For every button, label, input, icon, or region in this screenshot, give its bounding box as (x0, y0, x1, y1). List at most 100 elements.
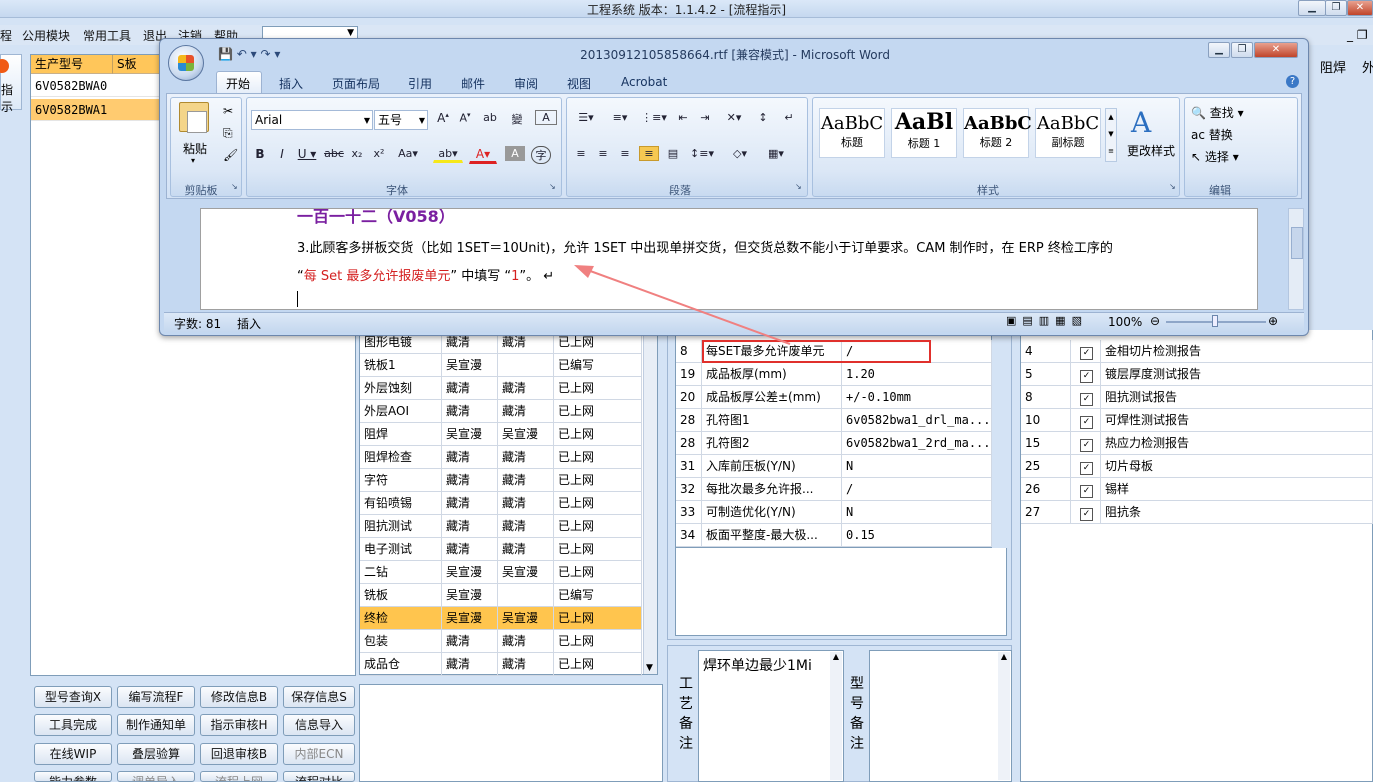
word-count[interactable]: 字数: 81 (174, 315, 221, 332)
tab-layout[interactable]: 页面布局 (332, 75, 380, 92)
model-note-scroll-up-icon[interactable]: ▲ (998, 652, 1010, 780)
table-row[interactable]: 有铅喷锡 藏清 藏清 已上网 (360, 492, 642, 515)
menu-item-public[interactable]: 公用模块 (22, 27, 70, 44)
table-row[interactable]: 外层AOI 藏清 藏清 已上网 (360, 400, 642, 423)
checkbox[interactable]: ✓ (1071, 432, 1101, 455)
table-row[interactable]: 4 ✓ 金相切片检测报告 (1021, 340, 1373, 363)
craft-note-field[interactable]: 焊环单边最少1Mi ▲ (698, 650, 844, 782)
checkbox-checked-icon[interactable]: ✓ (1080, 347, 1093, 360)
table-row-selected[interactable]: 终检 吴宣漫 吴宣漫 已上网 (360, 607, 642, 630)
bold-icon[interactable]: B (251, 146, 269, 162)
table-row[interactable]: 8 ✓ 阻抗测试报告 (1021, 386, 1373, 409)
col-header-outer[interactable]: 外 (1362, 57, 1373, 76)
word-maximize-button[interactable]: ❐ (1231, 42, 1253, 58)
left-strip[interactable]: 指示 (0, 54, 22, 114)
line-spacing-icon[interactable]: ↕≡▾ (687, 146, 717, 161)
decrease-indent-icon[interactable]: ⇤ (673, 110, 693, 125)
rollback-review-button[interactable]: 回退审核B (200, 743, 278, 765)
process-note-area[interactable] (359, 684, 663, 782)
process-scrollbar[interactable]: ▼ (643, 331, 657, 674)
style-subtitle[interactable]: AaBbC 副标题 (1035, 108, 1101, 158)
checkbox[interactable]: ✓ (1071, 455, 1101, 478)
shrink-font-icon[interactable]: A▾ (455, 110, 475, 126)
align-center-icon[interactable]: ≡ (593, 146, 613, 161)
distributed-icon[interactable]: ▤ (663, 146, 683, 161)
checkbox-checked-icon[interactable]: ✓ (1080, 485, 1093, 498)
shading-icon[interactable]: ◇▾ (725, 146, 755, 161)
paste-label[interactable]: 粘贴 (183, 140, 207, 157)
tab-references[interactable]: 引用 (408, 75, 432, 92)
capability-button[interactable]: 能力参数 (34, 771, 112, 782)
app-close-button[interactable]: ✕ (1347, 0, 1373, 16)
checkbox-checked-icon[interactable]: ✓ (1080, 393, 1093, 406)
table-row[interactable]: 成品仓 藏清 藏清 已上网 (360, 653, 642, 676)
enclose-char-icon[interactable]: 字 (531, 146, 551, 164)
table-row[interactable]: 27 ✓ 阻抗条 (1021, 501, 1373, 524)
paste-icon[interactable] (179, 102, 209, 133)
make-notice-button[interactable]: 制作通知单 (117, 714, 195, 736)
instruction-review-button[interactable]: 指示审核H (200, 714, 278, 736)
order-import-button[interactable]: 调单导入 (117, 771, 195, 782)
app-maximize-button[interactable]: ❐ (1325, 0, 1347, 16)
zoom-level[interactable]: 100% (1108, 315, 1142, 329)
grow-font-icon[interactable]: A▴ (433, 110, 453, 126)
char-shading-icon[interactable]: A (505, 146, 525, 161)
table-row[interactable]: 15 ✓ 热应力检测报告 (1021, 432, 1373, 455)
mdi-restore-icon[interactable]: _ ❐ (1347, 28, 1368, 42)
checkbox-checked-icon[interactable]: ✓ (1080, 370, 1093, 383)
paste-chevron-icon[interactable]: ▾ (191, 156, 195, 165)
table-row[interactable]: 28 孔符图1 6v0582bwa1_drl_ma... (676, 409, 992, 432)
checkbox-checked-icon[interactable]: ✓ (1080, 508, 1093, 521)
cut-icon[interactable]: ✂ (223, 104, 233, 118)
justify-icon[interactable]: ≡ (639, 146, 659, 161)
view-buttons[interactable]: ▣▤▥▦▧ (1006, 314, 1096, 330)
tab-review[interactable]: 审阅 (514, 75, 538, 92)
highlight-icon[interactable]: ab▾ (433, 146, 463, 163)
borders-icon[interactable]: ▦▾ (761, 146, 791, 161)
app-minimize-button[interactable]: ▁ (1298, 0, 1326, 16)
col-header-solder[interactable]: 阻焊 (1320, 57, 1346, 76)
tool-done-button[interactable]: 工具完成 (34, 714, 112, 736)
checkbox[interactable]: ✓ (1071, 363, 1101, 386)
change-styles-label[interactable]: 更改样式 (1123, 142, 1179, 159)
checkbox-checked-icon[interactable]: ✓ (1080, 439, 1093, 452)
model-query-button[interactable]: 型号查询X (34, 686, 112, 708)
select-button[interactable]: ↖ 选择 ▾ (1191, 148, 1239, 165)
flow-compare-button[interactable]: 流程对比 (283, 771, 355, 782)
bullets-icon[interactable]: ☰▾ (571, 110, 601, 125)
edit-flow-button[interactable]: 编写流程F (117, 686, 195, 708)
menu-item-tools[interactable]: 常用工具 (83, 27, 131, 44)
font-name-box[interactable]: Arial ▼ (251, 110, 373, 130)
table-row[interactable]: 19 成品板厚(mm) 1.20 (676, 363, 992, 386)
document-scrollbar[interactable] (1288, 208, 1304, 310)
scroll-down-icon[interactable]: ▼ (646, 663, 653, 673)
font-color-icon[interactable]: A▾ (469, 146, 497, 164)
word-close-button[interactable]: ✕ (1254, 42, 1298, 58)
table-row[interactable]: 铣板 吴宣漫 已编写 (360, 584, 642, 607)
chinese-layout-icon[interactable]: ✕▾ (719, 110, 749, 125)
table-row[interactable]: 26 ✓ 锡样 (1021, 478, 1373, 501)
style-heading1[interactable]: AaBl 标题 1 (891, 108, 957, 158)
table-row[interactable]: 32 每批次最多允许报... / (676, 478, 992, 501)
checkbox[interactable]: ✓ (1071, 386, 1101, 409)
tab-view[interactable]: 视图 (567, 75, 591, 92)
style-heading2[interactable]: AaBbC 标题 2 (963, 108, 1032, 158)
table-row[interactable]: 阻焊检查 藏清 藏清 已上网 (360, 446, 642, 469)
font-launcher-icon[interactable]: ↘ (549, 182, 556, 191)
modify-info-button[interactable]: 修改信息B (200, 686, 278, 708)
chevron-down-icon[interactable]: ▼ (364, 111, 370, 130)
checkbox[interactable]: ✓ (1071, 409, 1101, 432)
table-row[interactable]: 阻抗测试 藏清 藏清 已上网 (360, 515, 642, 538)
show-marks-icon[interactable]: ↵ (779, 110, 799, 125)
checkbox[interactable]: ✓ (1071, 478, 1101, 501)
increase-indent-icon[interactable]: ⇥ (695, 110, 715, 125)
underline-icon[interactable]: U ▾ (295, 146, 319, 162)
flow-online-button[interactable]: 流程上网 (200, 771, 278, 782)
table-row[interactable]: 31 入库前压板(Y/N) N (676, 455, 992, 478)
table-row[interactable]: 外层蚀刻 藏清 藏清 已上网 (360, 377, 642, 400)
numbering-icon[interactable]: ≡▾ (605, 110, 635, 125)
info-import-button[interactable]: 信息导入 (283, 714, 355, 736)
styles-launcher-icon[interactable]: ↘ (1169, 182, 1176, 191)
table-row[interactable]: 电子测试 藏清 藏清 已上网 (360, 538, 642, 561)
chevron-down-icon[interactable]: ▼ (419, 111, 425, 130)
